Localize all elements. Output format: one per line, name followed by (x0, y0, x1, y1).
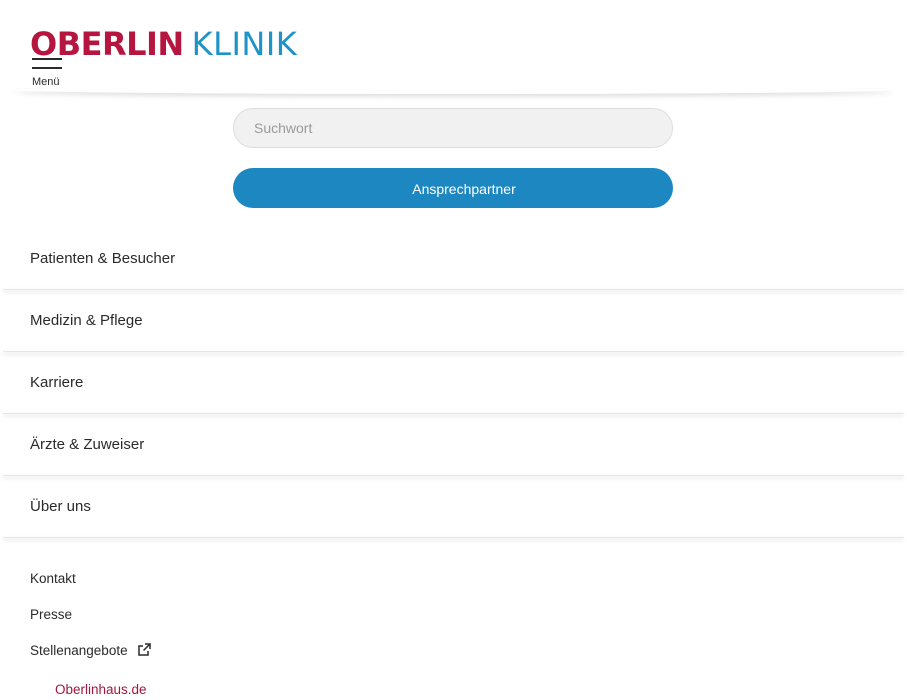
nav-item-label: Patienten & Besucher (30, 250, 176, 267)
footer-link-stellenangebote-label: Stellenangebote (30, 643, 128, 658)
search-input[interactable] (233, 108, 673, 148)
logo-klinik: KLINIK (191, 25, 298, 63)
nav-item-ueber-uns[interactable]: Über uns (0, 476, 907, 538)
external-link-icon (138, 643, 152, 656)
site-logo[interactable]: OBERLIN KLINIK (30, 26, 297, 62)
page: OBERLIN KLINIK Menü Ansprechpartner Pati… (0, 0, 907, 700)
contact-persons-button[interactable]: Ansprechpartner (233, 168, 673, 208)
nav-item-label: Karriere (30, 374, 84, 391)
menu-toggle-button[interactable]: Menü (30, 54, 66, 88)
footer-link-stellenangebote[interactable]: Stellenangebote (30, 643, 152, 658)
nav-item-label: Über uns (30, 498, 91, 515)
hamburger-icon (32, 58, 62, 70)
nav-item-patienten-besucher[interactable]: Patienten & Besucher (0, 228, 907, 290)
nav-item-label: Medizin & Pflege (30, 312, 143, 329)
main-navigation: Patienten & Besucher Medizin & Pflege Ka… (0, 228, 907, 538)
nav-item-medizin-pflege[interactable]: Medizin & Pflege (0, 290, 907, 352)
menu-label: Menü (32, 76, 60, 88)
nav-item-label: Ärzte & Zuweiser (30, 436, 145, 453)
nav-item-karriere[interactable]: Karriere (0, 352, 907, 414)
nav-item-aerzte-zuweiser[interactable]: Ärzte & Zuweiser (0, 414, 907, 476)
footer-link-presse[interactable]: Presse (30, 607, 72, 622)
site-header: OBERLIN KLINIK Menü (0, 0, 907, 88)
footer-link-kontakt[interactable]: Kontakt (30, 571, 76, 586)
oberlinhaus-link[interactable]: Oberlinhaus.de (55, 682, 147, 697)
